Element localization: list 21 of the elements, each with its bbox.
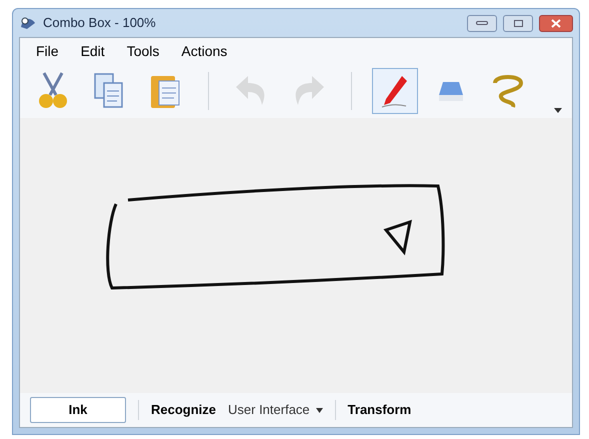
menu-item[interactable]: File (36, 40, 59, 62)
copy-icon (92, 71, 126, 111)
mode-button[interactable]: Transform (348, 397, 412, 423)
eraser-icon (436, 79, 466, 103)
pen-icon (380, 73, 410, 109)
dropdown[interactable]: User Interface (228, 400, 323, 420)
menu-item[interactable]: Actions (181, 40, 228, 62)
maximize-button[interactable] (503, 14, 533, 32)
minimize-button[interactable] (467, 14, 497, 32)
close-button[interactable] (539, 14, 573, 32)
overflow-icon[interactable] (554, 106, 562, 114)
scissors-icon (36, 71, 70, 111)
mode-button[interactable]: Ink (30, 397, 126, 423)
caret-icon (316, 408, 323, 412)
menu-item[interactable]: Edit (80, 40, 105, 62)
app-icon (19, 15, 37, 31)
close-icon (551, 18, 561, 28)
toolbar-button[interactable] (372, 68, 418, 114)
menu-item[interactable]: Tools (126, 40, 160, 62)
window-title: Combo Box - 100% (43, 14, 156, 32)
mode-button[interactable]: Recognize (151, 397, 216, 423)
